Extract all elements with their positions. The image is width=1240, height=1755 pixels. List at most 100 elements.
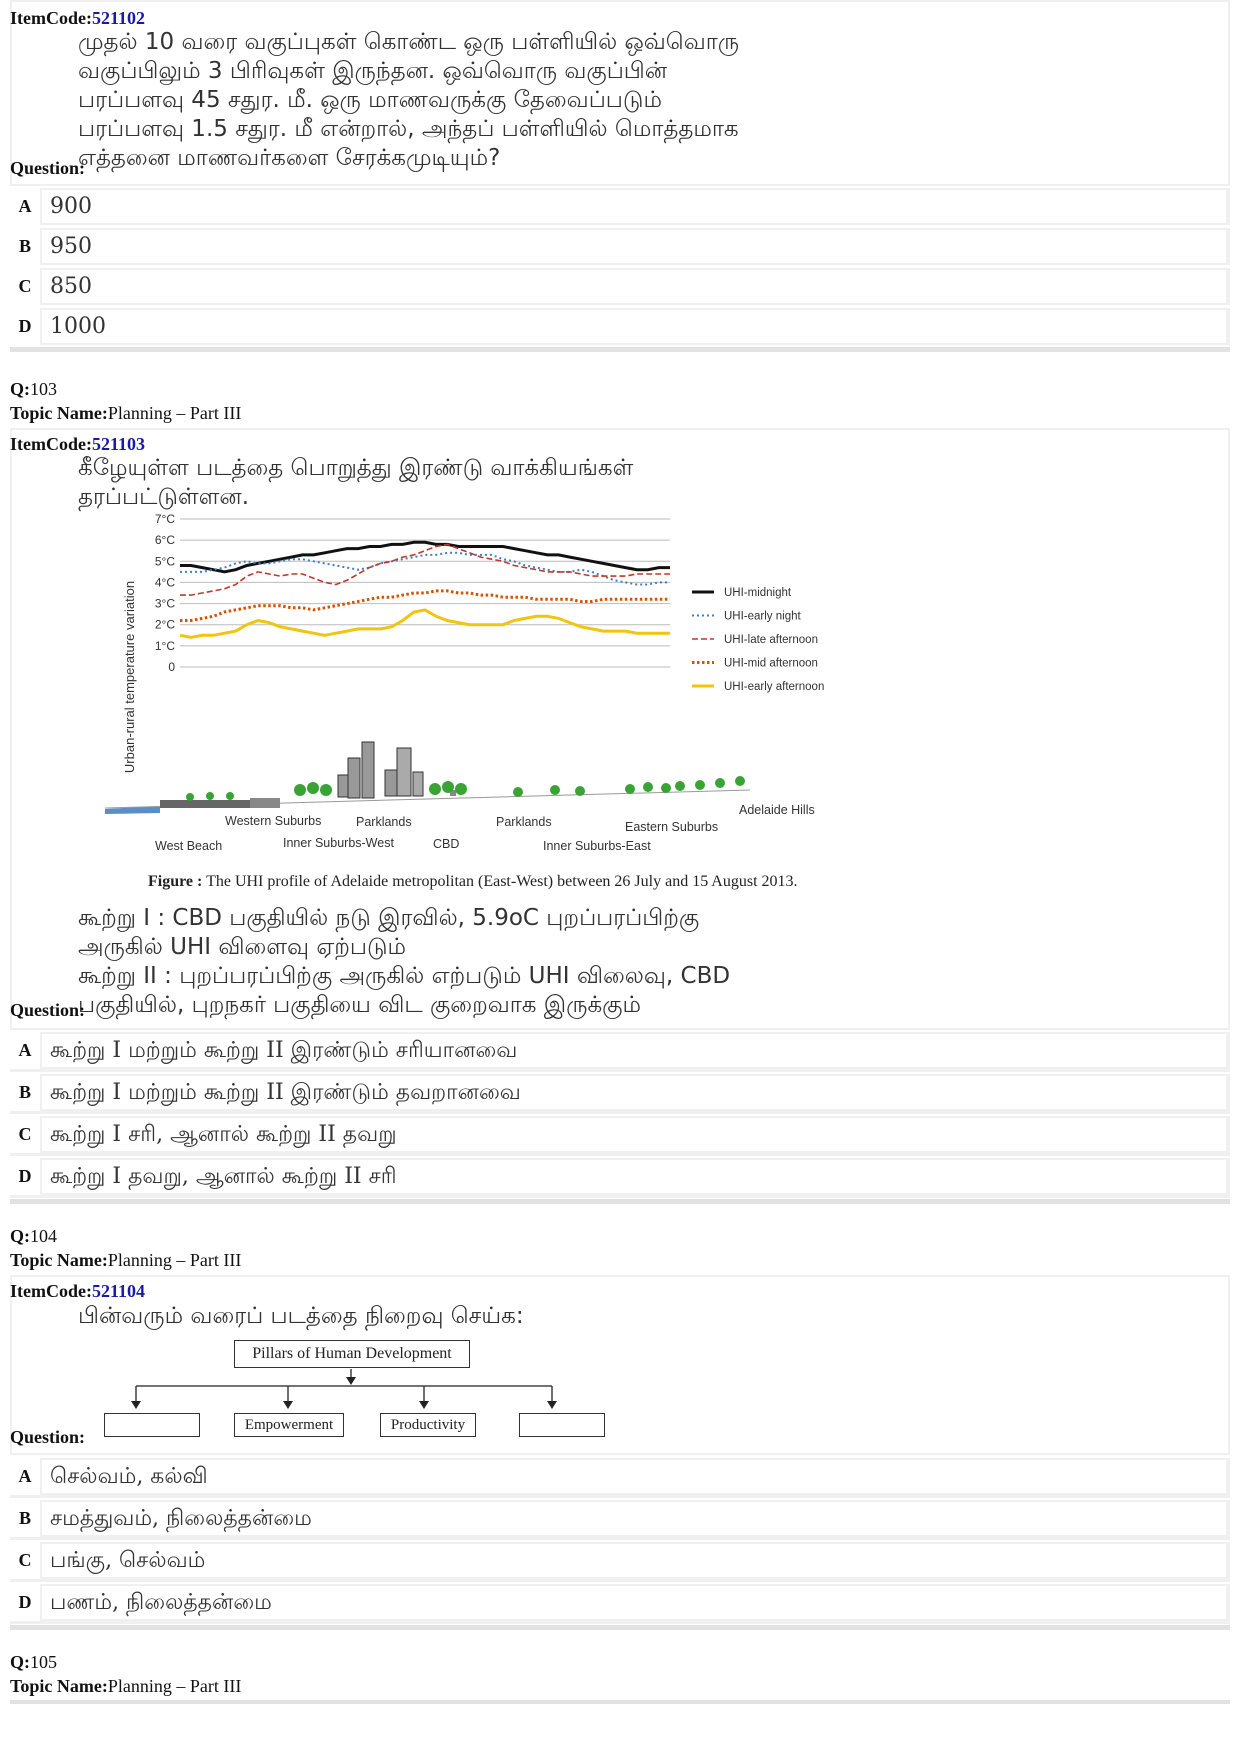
question-line: பரப்பளவு 1.5 சதுர. மீ என்றால், அந்தப் பள…: [78, 116, 739, 142]
series-line: [180, 551, 670, 586]
itemcode-label: ItemCode:: [10, 8, 92, 28]
q104-header: Q:104 Topic Name:Planning – Part III: [10, 1224, 241, 1272]
q105-header: Q:105 Topic Name:Planning – Part III: [10, 1650, 241, 1698]
q104-itemcode: ItemCode:521104: [10, 1281, 145, 1302]
q104-option-d[interactable]: D பணம், நிலைத்தன்மை: [10, 1584, 1230, 1624]
divider: [10, 1625, 1230, 1630]
itemcode-value: 521103: [91, 434, 145, 454]
q103-statements: கூற்று I : CBD பகுதியில் நடு இரவில், 5.9…: [78, 904, 1178, 1020]
series-line: [179, 608, 670, 639]
option-text: 900: [42, 190, 1226, 223]
x-axis-label: Inner Suburbs-East: [543, 839, 651, 853]
option-text: 850: [42, 270, 1226, 303]
q103-header: Q:103 Topic Name:Planning – Part III: [10, 377, 241, 425]
q102-option-a[interactable]: A 900: [10, 188, 1230, 225]
option-text: பங்கு, செல்வம்: [42, 1544, 1226, 1577]
option-text: 950: [42, 230, 1226, 263]
arrowhead: [346, 1377, 356, 1385]
q104-intro: பின்வரும் வரைப் படத்தை நிறைவு செய்க:: [78, 1303, 524, 1329]
diagram-box-empowerment: Empowerment: [234, 1413, 344, 1437]
option-text: கூற்று I மற்றும் கூற்று II இரண்டும் சரிய…: [42, 1034, 1226, 1067]
itemcode-label: ItemCode:: [10, 434, 92, 454]
statement-line: பகுதியில், புறநகர் பகுதியை விட குறைவாக இ…: [78, 992, 641, 1018]
q102-option-d[interactable]: D 1000: [10, 308, 1230, 345]
q103-option-c[interactable]: C கூற்று I சரி, ஆனால் கூற்று II தவறு: [10, 1116, 1230, 1156]
option-text: பணம், நிலைத்தன்மை: [42, 1586, 1226, 1619]
x-axis-labels: West BeachWestern Suburbs Inner Suburbs-W…: [155, 803, 815, 853]
option-letter: D: [10, 1158, 40, 1195]
statement-line: கூற்று II : புறப்பரப்பிற்கு அருகில் எற்ப…: [78, 963, 731, 989]
y-tick-label: 7°C: [155, 512, 175, 526]
topic-name: Topic Name:Planning – Part III: [10, 1250, 242, 1270]
y-tick-label: 0: [168, 660, 175, 674]
option-text: செல்வம், கல்வி: [42, 1460, 1226, 1493]
uhi-line-chart: 0 1°C 2°C 3°C 4°C 5°C 6°C 7°C Urban-rural tempe…: [104, 512, 824, 853]
y-tick-label: 1°C: [155, 639, 175, 653]
series-line: [180, 589, 670, 622]
y-tick-label: 3°C: [155, 597, 175, 611]
x-axis-label: Parklands: [496, 815, 552, 829]
question-line: பரப்பளவு 45 சதுர. மீ. ஒரு மாணவருக்கு தேவ…: [78, 87, 662, 113]
q102-question-text: முதல் 10 வரை வகுப்புகள் கொண்ட ஒரு பள்ளிய…: [78, 28, 1178, 173]
series-line: [180, 543, 670, 596]
chart-legend: UHI-midnight UHI-early night UHI-late afte…: [692, 587, 824, 693]
q102-question-label: Question:: [10, 158, 86, 178]
arrowhead: [131, 1401, 141, 1409]
option-letter: D: [10, 1584, 40, 1621]
skyline-illustration: [104, 741, 751, 814]
option-letter: C: [10, 1542, 40, 1579]
q102-option-c[interactable]: C 850: [10, 268, 1230, 305]
q103-option-b[interactable]: B கூற்று I மற்றும் கூற்று II இரண்டும் தவ…: [10, 1074, 1230, 1114]
y-tick-label: 5°C: [155, 554, 175, 568]
question-line: எத்தனை மாணவர்களை சேரக்கமுடியும்?: [78, 145, 501, 171]
option-letter: B: [10, 228, 40, 265]
option-letter: C: [10, 1116, 40, 1153]
q103-question-label: Question:: [10, 1000, 86, 1020]
diagram-box-productivity: Productivity: [380, 1413, 476, 1437]
y-tick-label: 2°C: [155, 618, 175, 632]
itemcode-label: ItemCode:: [10, 1281, 92, 1301]
x-axis-label: West Beach: [155, 839, 222, 853]
q102-option-b[interactable]: B 950: [10, 228, 1230, 265]
q102-itemcode: ItemCode:521102: [10, 8, 145, 29]
x-axis-label: Western Suburbs: [225, 814, 321, 828]
option-text: கூற்று I சரி, ஆனால் கூற்று II தவறு: [42, 1118, 1226, 1151]
option-letter: B: [10, 1074, 40, 1111]
q104-option-a[interactable]: A செல்வம், கல்வி: [10, 1458, 1230, 1498]
q104-option-c[interactable]: C பங்கு, செல்வம்: [10, 1542, 1230, 1582]
legend-label: UHI-early afternoon: [724, 681, 824, 693]
figure-caption: Figure : The UHI profile of Adelaide met…: [148, 873, 798, 890]
y-tick-labels: 0 1°C 2°C 3°C 4°C 5°C 6°C 7°C: [155, 512, 175, 674]
question-number: Q:104: [10, 1226, 57, 1246]
y-axis-label: Urban-rural temperature variation: [122, 581, 137, 773]
q103-option-a[interactable]: A கூற்று I மற்றும் கூற்று II இரண்டும் சர…: [10, 1032, 1230, 1072]
q103-option-d[interactable]: D கூற்று I தவறு, ஆனால் கூற்று II சரி: [10, 1158, 1230, 1198]
y-tick-label: 6°C: [155, 533, 175, 547]
option-text: கூற்று I தவறு, ஆனால் கூற்று II சரி: [42, 1160, 1226, 1193]
legend-label: UHI-mid afternoon: [724, 658, 818, 670]
x-axis-label: Adelaide Hills: [739, 803, 815, 817]
divider: [10, 1700, 1230, 1704]
q104-option-b[interactable]: B சமத்துவம், நிலைத்தன்மை: [10, 1500, 1230, 1540]
statement-line: கூற்று I : CBD பகுதியில் நடு இரவில், 5.9…: [78, 905, 700, 931]
x-axis-label: CBD: [433, 837, 459, 851]
question-line: முதல் 10 வரை வகுப்புகள் கொண்ட ஒரு பள்ளிய…: [78, 29, 740, 55]
arrowhead: [547, 1401, 557, 1409]
intro-line: தரப்பட்டுள்ளன.: [78, 484, 250, 510]
option-letter: C: [10, 268, 40, 305]
y-tick-label: 4°C: [155, 575, 175, 589]
x-axis-label: Inner Suburbs-West: [283, 836, 394, 850]
q103-itemcode: ItemCode:521103: [10, 434, 145, 455]
diagram-root-box: Pillars of Human Development: [234, 1340, 470, 1368]
x-axis-label: Eastern Suburbs: [625, 820, 718, 834]
divider: [10, 1199, 1230, 1204]
legend-label: UHI-early night: [724, 611, 801, 623]
q104-question-label: Question:: [10, 1427, 86, 1447]
question-number: Q:103: [10, 379, 57, 399]
option-letter: A: [10, 1032, 40, 1069]
arrowhead: [419, 1401, 429, 1409]
intro-line: கீழேயுள்ள படத்தை பொறுத்து இரண்டு வாக்கிய…: [78, 455, 634, 481]
option-letter: D: [10, 308, 40, 345]
option-text: சமத்துவம், நிலைத்தன்மை: [42, 1502, 1226, 1535]
legend-label: UHI-late afternoon: [724, 634, 818, 646]
